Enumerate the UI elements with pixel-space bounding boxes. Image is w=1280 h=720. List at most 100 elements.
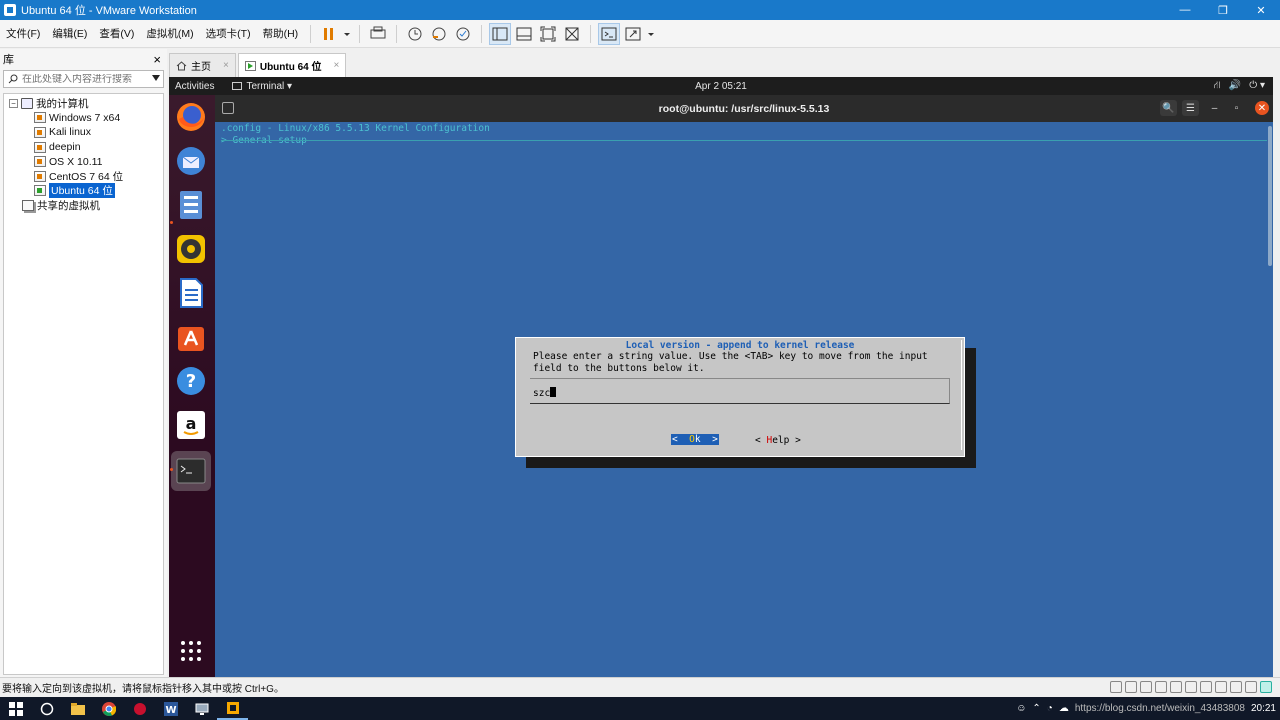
vmware-taskbar-item[interactable] [217,697,248,720]
printer-icon[interactable] [1185,681,1197,693]
stretch-dropdown[interactable] [646,23,656,45]
tree-item-vm[interactable]: CentOS 7 64 位 [4,169,163,184]
local-version-input[interactable]: szc [530,378,950,404]
menu-vm[interactable]: 虚拟机(M) [140,20,199,48]
help-button[interactable]: < Help > [755,435,801,446]
help-launcher[interactable]: ? [175,365,207,397]
message-icon[interactable] [1260,681,1272,693]
pause-button[interactable] [318,23,340,45]
tree-item-vm[interactable]: Windows 7 x64 [4,111,163,126]
vm-running-icon [244,60,256,71]
show-hidden-icons[interactable]: ⌃ [1032,703,1040,714]
tree-item-vm[interactable]: Kali linux [4,125,163,140]
close-button[interactable]: ✕ [1242,0,1280,20]
stretch-button[interactable] [622,23,644,45]
terminal-scrollbar[interactable] [1267,122,1273,677]
pause-icon [324,27,334,40]
hard-disk-icon[interactable] [1110,681,1122,693]
system-tray: ☺ ⌃ ◔ ☁ https://blog.csdn.net/weixin_434… [1016,697,1276,720]
minimize-button[interactable]: — [1166,0,1204,20]
new-tab-icon[interactable] [222,102,234,114]
tree-label: deepin [49,141,81,154]
vm-display[interactable]: Activities Terminal ▾ Apr 2 05:21 ⛙ 🔊 ⏻ … [169,77,1273,677]
collapse-toggle-icon[interactable]: − [9,98,18,108]
tree-item-shared-vms[interactable]: 共享的虚拟机 [4,198,163,213]
library-title: 库 [3,54,14,66]
hamburger-menu-button[interactable]: ☰ [1182,100,1199,116]
tree-item-vm[interactable]: OS X 10.11 [4,154,163,169]
tree-root-my-computer[interactable]: − 我的计算机 [4,96,163,111]
maximize-button[interactable]: ❐ [1204,0,1242,20]
terminal-launcher[interactable] [171,451,211,491]
tab-close-button[interactable]: × [334,60,340,71]
menu-edit[interactable]: 编辑(E) [46,20,93,48]
display-icon[interactable] [1245,681,1257,693]
cortana-button[interactable] [31,697,62,720]
tray-clock[interactable]: 20:21 [1251,703,1276,714]
terminal-minimize-button[interactable]: – [1206,100,1223,116]
terminal-close-button[interactable]: ✕ [1255,101,1269,115]
search-dropdown-icon[interactable] [152,75,160,81]
vm-running-icon [34,185,46,197]
ok-button[interactable]: < Ok > [671,434,719,445]
clock[interactable]: Apr 2 05:21 [695,81,747,92]
search-button[interactable]: 🔍 [1160,100,1177,116]
activities-button[interactable]: Activities [175,81,214,92]
terminal-maximize-button[interactable]: ▫ [1228,100,1245,116]
onedrive-icon[interactable]: ☁ [1059,703,1069,714]
files-launcher[interactable] [175,189,207,221]
running-indicator [170,221,173,224]
menu-file[interactable]: 文件(F) [0,20,46,48]
menu-help[interactable]: 帮助(H) [257,20,305,48]
search-input[interactable] [22,73,142,85]
rhythmbox-launcher[interactable] [175,233,207,265]
console-view-button[interactable] [598,22,621,45]
app-menu-button[interactable]: Terminal ▾ [232,81,292,92]
snapshot-button[interactable] [404,23,426,45]
unity-button[interactable] [561,23,583,45]
tree-item-vm[interactable]: deepin [4,140,163,155]
system-menu[interactable]: ⛙ 🔊 ⏻ ▾ [1214,80,1265,93]
network-icon[interactable]: ◔ [1047,703,1053,714]
word-taskbar-item[interactable]: W [155,697,186,720]
snapshot-manager-button[interactable] [452,23,474,45]
show-library-button[interactable] [489,22,512,45]
start-button[interactable] [0,697,31,720]
firefox-launcher[interactable] [175,101,207,133]
revert-snapshot-button[interactable] [428,23,450,45]
tree-item-vm-selected[interactable]: Ubuntu 64 位 [4,183,163,199]
floppy-icon[interactable] [1155,681,1167,693]
remote-desktop-taskbar-item[interactable] [186,697,217,720]
menu-tabs[interactable]: 选项卡(T) [200,20,257,48]
software-launcher[interactable] [175,321,207,353]
cd-rom-icon[interactable] [1140,681,1152,693]
show-applications-button[interactable] [175,635,207,667]
amazon-launcher[interactable]: a [175,409,207,441]
usb-icon[interactable] [1215,681,1227,693]
network-adapter-icon[interactable] [1170,681,1182,693]
computer-icon [21,97,33,109]
tab-close-button[interactable]: × [223,60,229,71]
app-taskbar-item[interactable] [124,697,155,720]
send-ctrl-alt-del-button[interactable] [367,23,389,45]
people-icon[interactable]: ☺ [1016,703,1026,714]
menuconfig-screen[interactable]: .config - Linux/x86 5.5.13 Kernel Config… [215,122,1273,677]
fullscreen-button[interactable] [537,23,559,45]
thumbnail-bar-button[interactable] [513,23,535,45]
scrollbar-thumb[interactable] [1268,126,1272,266]
task-view-button[interactable] [62,697,93,720]
menu-view[interactable]: 查看(V) [93,20,140,48]
library-close-button[interactable]: × [153,52,161,67]
display-icon[interactable] [1230,681,1242,693]
window-titlebar: Ubuntu 64 位 - VMware Workstation — ❐ ✕ [0,0,1280,20]
terminal-window[interactable]: root@ubuntu: /usr/src/linux-5.5.13 🔍 ☰ –… [215,95,1273,677]
sound-card-icon[interactable] [1200,681,1212,693]
tab-home[interactable]: 主页 × [169,53,236,77]
writer-launcher[interactable] [175,277,207,309]
pause-dropdown[interactable] [342,23,352,45]
thunderbird-launcher[interactable] [175,145,207,177]
cd-rom-icon[interactable] [1125,681,1137,693]
ubuntu-top-bar: Activities Terminal ▾ Apr 2 05:21 ⛙ 🔊 ⏻ … [169,77,1273,95]
tab-ubuntu[interactable]: Ubuntu 64 位 × [237,53,347,77]
chrome-taskbar-item[interactable] [93,697,124,720]
